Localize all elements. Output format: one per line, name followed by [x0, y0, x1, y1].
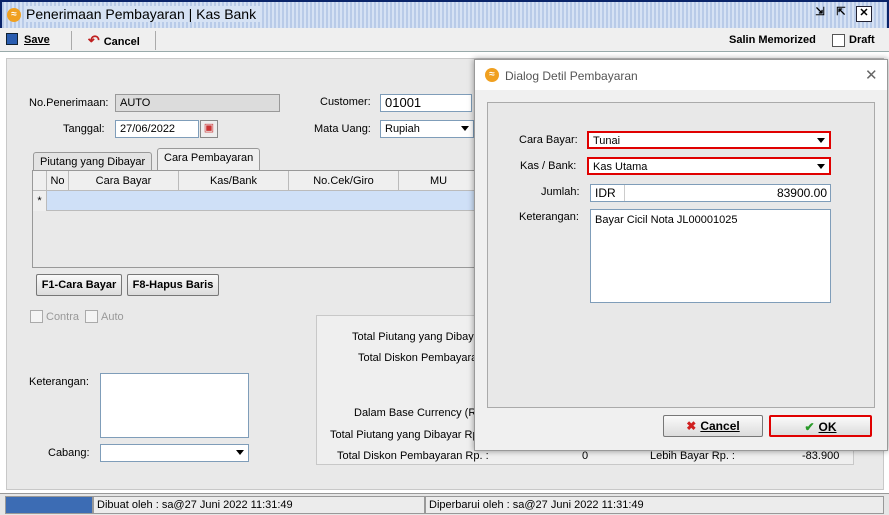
- chevron-down-icon: [461, 126, 469, 131]
- kas-bank-select[interactable]: Kas Utama: [587, 157, 831, 175]
- dialog-cancel-button[interactable]: ✖ Cancel: [663, 415, 763, 437]
- salin-memorized-button[interactable]: Salin Memorized: [729, 31, 816, 50]
- save-label: Save: [24, 34, 50, 46]
- cara-bayar-value: Tunai: [593, 135, 621, 147]
- calendar-icon[interactable]: ▣: [200, 120, 218, 138]
- dialog-ok-label: OK: [818, 420, 837, 434]
- dialog-close-icon[interactable]: ✕: [865, 66, 878, 84]
- contra-label: Contra: [46, 311, 80, 323]
- table-row[interactable]: [47, 191, 479, 211]
- lebih-bayar-label: Lebih Bayar Rp. :: [650, 450, 735, 462]
- tab-piutang[interactable]: Piutang yang Dibayar: [33, 152, 153, 170]
- x-icon: ✖: [686, 419, 697, 433]
- keterangan-label: Keterangan:: [29, 376, 89, 388]
- dialog-keterangan-label: Keterangan:: [519, 211, 579, 223]
- tanggal-label: Tanggal:: [63, 123, 105, 135]
- grid-corner: [33, 171, 47, 191]
- checkmark-icon: ✔: [804, 420, 815, 434]
- f8-hapus-baris-button[interactable]: F8-Hapus Baris: [127, 274, 219, 296]
- kas-bank-label: Kas / Bank:: [520, 160, 577, 172]
- cara-bayar-select[interactable]: Tunai: [587, 131, 831, 149]
- base-currency-label: Dalam Base Currency (Rp: [354, 407, 483, 419]
- status-created: Dibuat oleh : sa@27 Juni 2022 11:31:49: [93, 496, 425, 514]
- window-title: Penerimaan Pembayaran | Kas Bank: [26, 6, 263, 22]
- customer-field[interactable]: 01001: [380, 94, 472, 112]
- app-logo-icon: ≈: [7, 8, 21, 22]
- cabang-select[interactable]: [100, 444, 249, 462]
- status-updated: Diperbarui oleh : sa@27 Juni 2022 11:31:…: [425, 496, 884, 514]
- col-kas-bank[interactable]: Kas/Bank: [179, 171, 289, 191]
- mata-uang-select[interactable]: Rupiah: [380, 120, 474, 138]
- col-mu[interactable]: MU: [399, 171, 479, 191]
- toolbar: Save ↶ Cancel Salin Memorized Draft: [0, 28, 889, 52]
- contra-checkbox[interactable]: [30, 310, 43, 323]
- cabang-label: Cabang:: [48, 447, 90, 459]
- floppy-icon: [6, 33, 18, 45]
- jumlah-field[interactable]: IDR 83900.00: [590, 184, 831, 202]
- restore-icon[interactable]: ⇲: [812, 6, 828, 22]
- customer-label: Customer:: [320, 96, 371, 108]
- col-cara-bayar[interactable]: Cara Bayar: [69, 171, 179, 191]
- cancel-label: Cancel: [103, 36, 140, 48]
- dialog-ok-button[interactable]: ✔ OK: [769, 415, 872, 437]
- dialog-keterangan-textarea[interactable]: Bayar Cicil Nota JL00001025: [590, 209, 831, 303]
- dialog-title: Dialog Detil Pembayaran: [505, 69, 638, 83]
- dialog-logo-icon: ≈: [485, 68, 499, 82]
- chevron-down-icon: [236, 450, 244, 455]
- status-indicator: [5, 496, 93, 514]
- payment-grid[interactable]: No Cara Bayar Kas/Bank No.Cek/Giro MU *: [32, 170, 479, 268]
- col-no-cek[interactable]: No.Cek/Giro: [289, 171, 399, 191]
- mata-uang-label: Mata Uang:: [314, 123, 371, 135]
- kas-bank-value: Kas Utama: [593, 161, 648, 173]
- no-penerimaan-field: AUTO: [115, 94, 280, 112]
- auto-checkbox[interactable]: [85, 310, 98, 323]
- total-piutang-label: Total Piutang yang Dibaya: [352, 331, 480, 343]
- save-button[interactable]: Save: [6, 31, 72, 50]
- chevron-down-icon: [817, 138, 825, 143]
- total-diskon-rp-label: Total Diskon Pembayaran Rp. :: [337, 450, 489, 462]
- dialog-titlebar: ≈ Dialog Detil Pembayaran ✕: [475, 60, 887, 90]
- tanggal-field[interactable]: 27/06/2022: [115, 120, 199, 138]
- col-no[interactable]: No: [47, 171, 69, 191]
- total-diskon-label: Total Diskon Pembayara: [358, 352, 478, 364]
- total-diskon-rp-value: 0: [582, 450, 589, 462]
- no-penerimaan-label: No.Penerimaan:: [29, 97, 109, 109]
- draft-label: Draft: [849, 34, 875, 46]
- auto-label: Auto: [101, 311, 124, 323]
- f1-cara-bayar-button[interactable]: F1-Cara Bayar: [36, 274, 122, 296]
- maximize-icon[interactable]: ⇱: [833, 6, 849, 22]
- dialog-cancel-label: Cancel: [700, 419, 740, 433]
- cancel-button[interactable]: ↶ Cancel: [88, 31, 156, 50]
- new-row-marker: *: [33, 191, 47, 211]
- mata-uang-value: Rupiah: [385, 123, 420, 135]
- lebih-bayar-value: -83.900: [802, 450, 840, 462]
- currency-code: IDR: [595, 185, 625, 201]
- status-bar: Dibuat oleh : sa@27 Juni 2022 11:31:49 D…: [0, 493, 889, 515]
- jumlah-value: 83900.00: [776, 186, 827, 200]
- jumlah-label: Jumlah:: [541, 186, 580, 198]
- draft-checkbox[interactable]: [832, 34, 845, 47]
- tab-cara-pembayaran[interactable]: Cara Pembayaran: [157, 148, 261, 170]
- total-piutang-rp-label: Total Piutang yang Dibayar Rp: [330, 429, 479, 441]
- undo-icon: ↶: [88, 32, 100, 48]
- keterangan-textarea[interactable]: [100, 373, 249, 438]
- cara-bayar-label: Cara Bayar:: [519, 134, 578, 146]
- chevron-down-icon: [817, 164, 825, 169]
- close-icon[interactable]: ✕: [856, 6, 872, 22]
- window-titlebar: ≈ Penerimaan Pembayaran | Kas Bank ⇲ ⇱ ✕: [0, 0, 889, 28]
